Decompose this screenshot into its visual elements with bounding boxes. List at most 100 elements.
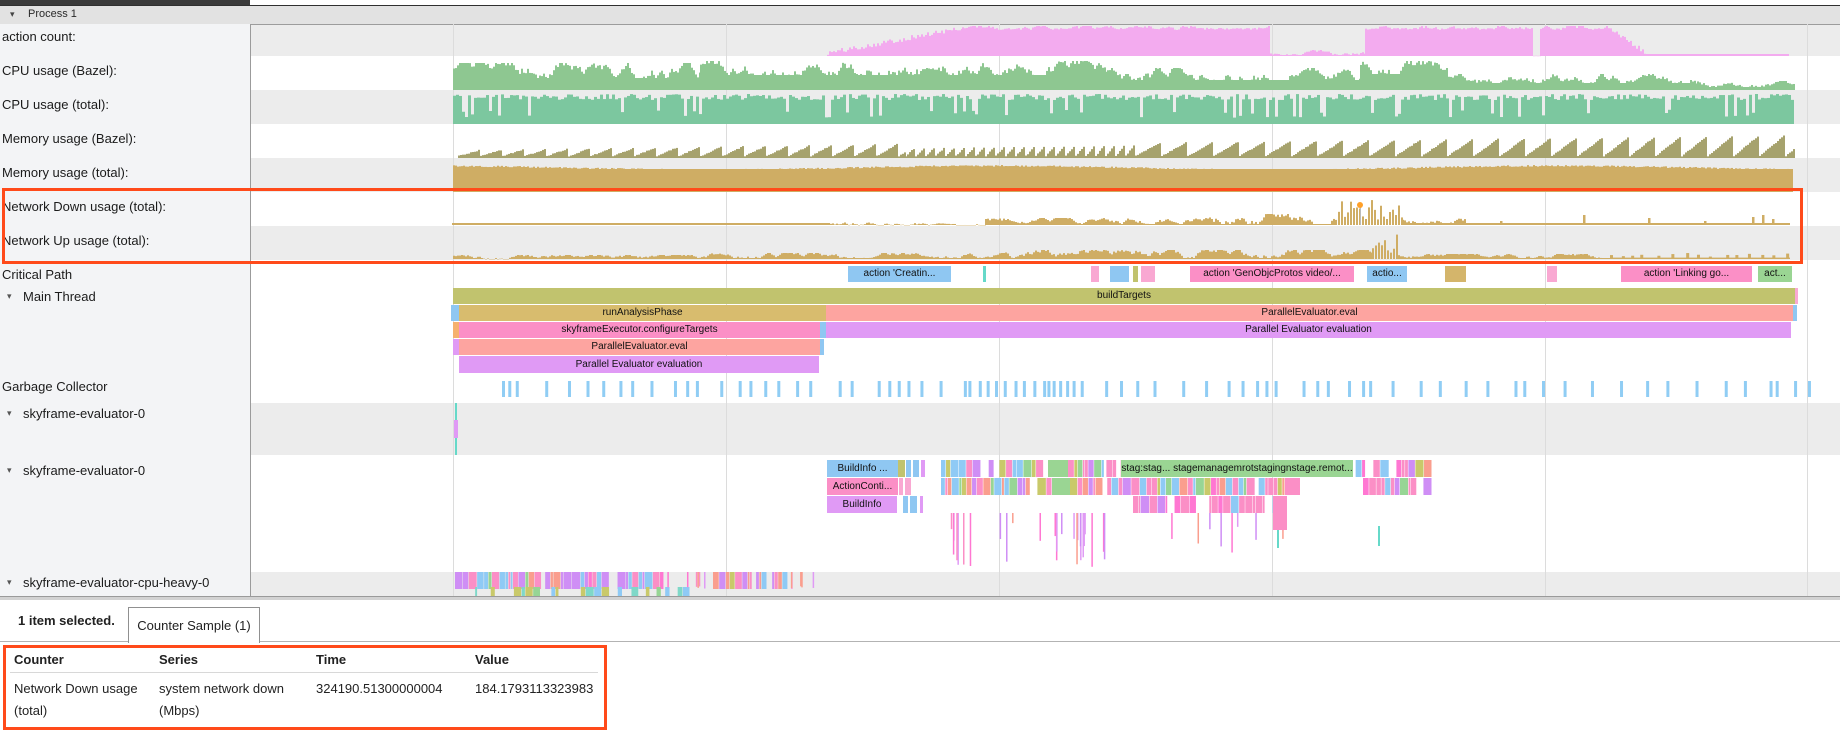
slice-skyframeexecutor-configuretarg[interactable]: skyframeExecutor.configureTargets	[459, 322, 820, 338]
slice-drips	[951, 513, 1106, 567]
dense-slices[interactable]	[941, 460, 1043, 477]
dense-slices[interactable]	[1356, 460, 1432, 477]
slice-drips	[667, 572, 705, 589]
slice-label: stag:stag... stagemanagemrotstagingnstag…	[1121, 464, 1352, 474]
track-label-cpu-usage-bazel: CPU usage (Bazel):	[2, 63, 117, 78]
trace-slice[interactable]	[1141, 266, 1155, 282]
trace-slice[interactable]	[920, 496, 923, 513]
dense-slices[interactable]	[941, 478, 1285, 495]
trace-slice[interactable]	[1547, 266, 1557, 282]
trace-slice[interactable]	[1793, 305, 1797, 321]
slice-label: action 'Creatin...	[864, 269, 936, 279]
slice-buildinfo[interactable]: BuildInfo	[827, 496, 897, 513]
slice-label: BuildInfo ...	[837, 464, 887, 474]
slice-buildinfo[interactable]: BuildInfo ...	[827, 460, 898, 477]
slice-drips	[1171, 513, 1284, 553]
trace-slice[interactable]	[898, 460, 905, 477]
slice-parallel-evaluator-evaluation[interactable]: Parallel Evaluator evaluation	[459, 356, 819, 373]
counter-chart-mem_bazel[interactable]	[458, 136, 1795, 158]
track-label-main-thread[interactable]: ▾ Main Thread	[0, 289, 96, 304]
trace-slice[interactable]	[1133, 266, 1138, 282]
slice-label: Parallel Evaluator evaluation	[576, 360, 703, 370]
trace-slice[interactable]	[913, 460, 919, 477]
slice-parallel-evaluator-evaluation[interactable]: Parallel Evaluator evaluation	[826, 322, 1791, 338]
slice-label: action 'Linking go...	[1644, 269, 1729, 279]
counter-chart-action_count[interactable]	[827, 26, 1789, 56]
slice-buildtargets[interactable]: buildTargets	[453, 288, 1795, 304]
detail-panel: 1 item selected. Counter Sample (1) Coun…	[0, 596, 1840, 742]
dense-slices[interactable]	[713, 572, 787, 589]
timeline-area[interactable]: ▾ Process 1 action count:CPU usage (Baze…	[0, 0, 1840, 600]
trace-slice[interactable]	[906, 460, 911, 477]
trace-slice[interactable]	[905, 478, 911, 495]
trace-slice[interactable]	[983, 266, 986, 282]
trace-slice[interactable]	[899, 478, 903, 495]
trace-slice[interactable]	[910, 496, 917, 513]
trace-slice[interactable]	[1048, 460, 1068, 477]
slice-act[interactable]: act...	[1758, 266, 1792, 282]
slice-label: actio...	[1372, 269, 1401, 279]
slice-action-linking-go[interactable]: action 'Linking go...	[1621, 266, 1752, 282]
trace-slice[interactable]	[1795, 288, 1798, 304]
track-label-action-count: action count:	[2, 29, 76, 44]
slice-label: BuildInfo	[843, 500, 882, 510]
trace-slice[interactable]	[1052, 478, 1070, 495]
collapse-triangle-icon[interactable]: ▾	[7, 577, 12, 588]
track-label-cpu-usage-total: CPU usage (total):	[2, 97, 109, 112]
counter-chart-cpu_total[interactable]	[453, 94, 1794, 124]
trace-slice[interactable]	[903, 496, 908, 513]
track-label-skyframe-evaluator-0[interactable]: ▾skyframe-evaluator-0	[0, 406, 145, 421]
track-label-skyframe-evaluator-0[interactable]: ▾ skyframe-evaluator-0	[0, 463, 145, 478]
trace-slice[interactable]	[1285, 478, 1300, 495]
collapse-triangle-icon[interactable]: ▾	[7, 291, 12, 302]
trace-slice[interactable]	[1091, 266, 1099, 282]
track-label-garbage-collector: Garbage Collector	[2, 379, 108, 394]
track-label-memory-usage-bazel: Memory usage (Bazel):	[2, 131, 136, 146]
slice-actio[interactable]: actio...	[1367, 266, 1407, 282]
slice-label: ActionConti...	[833, 482, 892, 492]
slice-actionconti[interactable]: ActionConti...	[827, 478, 898, 495]
slice-action-genobjcprotos-video[interactable]: action 'GenObjcProtos video/...	[1190, 266, 1354, 282]
dense-slices[interactable]	[455, 572, 663, 589]
slice-parallelevaluator-eval[interactable]: ParallelEvaluator.eval	[459, 339, 820, 355]
slice-label: Parallel Evaluator evaluation	[1245, 325, 1372, 335]
trace-slice[interactable]	[1110, 266, 1129, 282]
trace-slice[interactable]	[1445, 266, 1466, 282]
track-label-text: Main Thread	[23, 289, 96, 304]
counter-chart-cpu_bazel[interactable]	[453, 61, 1795, 90]
tab-counter-sample[interactable]: Counter Sample (1)	[128, 607, 260, 643]
annotation-box-table	[3, 645, 607, 730]
slice-label: act...	[1764, 269, 1786, 279]
track-label-text: skyframe-evaluator-cpu-heavy-0	[23, 575, 209, 590]
slice-label: runAnalysisPhase	[602, 308, 682, 318]
trace-slice[interactable]	[1273, 496, 1287, 530]
slice-stag-stag-stagemanagemrotstagi[interactable]: stag:stag... stagemanagemrotstagingnstag…	[1121, 460, 1353, 477]
dense-slices[interactable]	[1068, 460, 1121, 477]
slice-parallelevaluator-eval[interactable]: ParallelEvaluator.eval	[826, 305, 1793, 321]
slice-label: action 'GenObjcProtos video/...	[1203, 269, 1341, 279]
collapse-triangle-icon[interactable]: ▾	[7, 465, 12, 476]
track-label-memory-usage-total: Memory usage (total):	[2, 165, 128, 180]
slice-label: ParallelEvaluator.eval	[1261, 308, 1357, 318]
trace-slice[interactable]	[921, 460, 925, 477]
dense-slices[interactable]	[1363, 478, 1432, 495]
slice-label: skyframeExecutor.configureTargets	[561, 325, 717, 335]
trace-slice[interactable]	[451, 305, 459, 321]
slice-action-creatin[interactable]: action 'Creatin...	[848, 266, 951, 282]
track-label-text: skyframe-evaluator-0	[23, 463, 145, 478]
slice-label: ParallelEvaluator.eval	[591, 342, 687, 352]
slice-runanalysisphase[interactable]: runAnalysisPhase	[459, 305, 826, 321]
collapse-triangle-icon[interactable]: ▾	[7, 408, 12, 419]
track-label-column: action count: CPU usage (Bazel): CPU usage…	[0, 24, 251, 596]
track-label-critical-path: Critical Path	[2, 267, 72, 282]
trace-slice[interactable]	[820, 339, 824, 355]
annotation-box-network-rows	[2, 188, 1803, 264]
track-label-skyframe-evaluator-cpu-heavy-0[interactable]: ▾ skyframe-evaluator-cpu-heavy-0	[0, 575, 209, 590]
trace-viewer: ▾ Process 1 action count:CPU usage (Baze…	[0, 0, 1840, 742]
selection-status: 1 item selected.	[18, 613, 115, 628]
dense-slices[interactable]	[1133, 496, 1273, 513]
slice-label: buildTargets	[1097, 291, 1151, 301]
tab-strip-line	[0, 641, 1840, 642]
gc-ticks[interactable]	[502, 381, 1811, 397]
slice-drips	[791, 572, 814, 589]
